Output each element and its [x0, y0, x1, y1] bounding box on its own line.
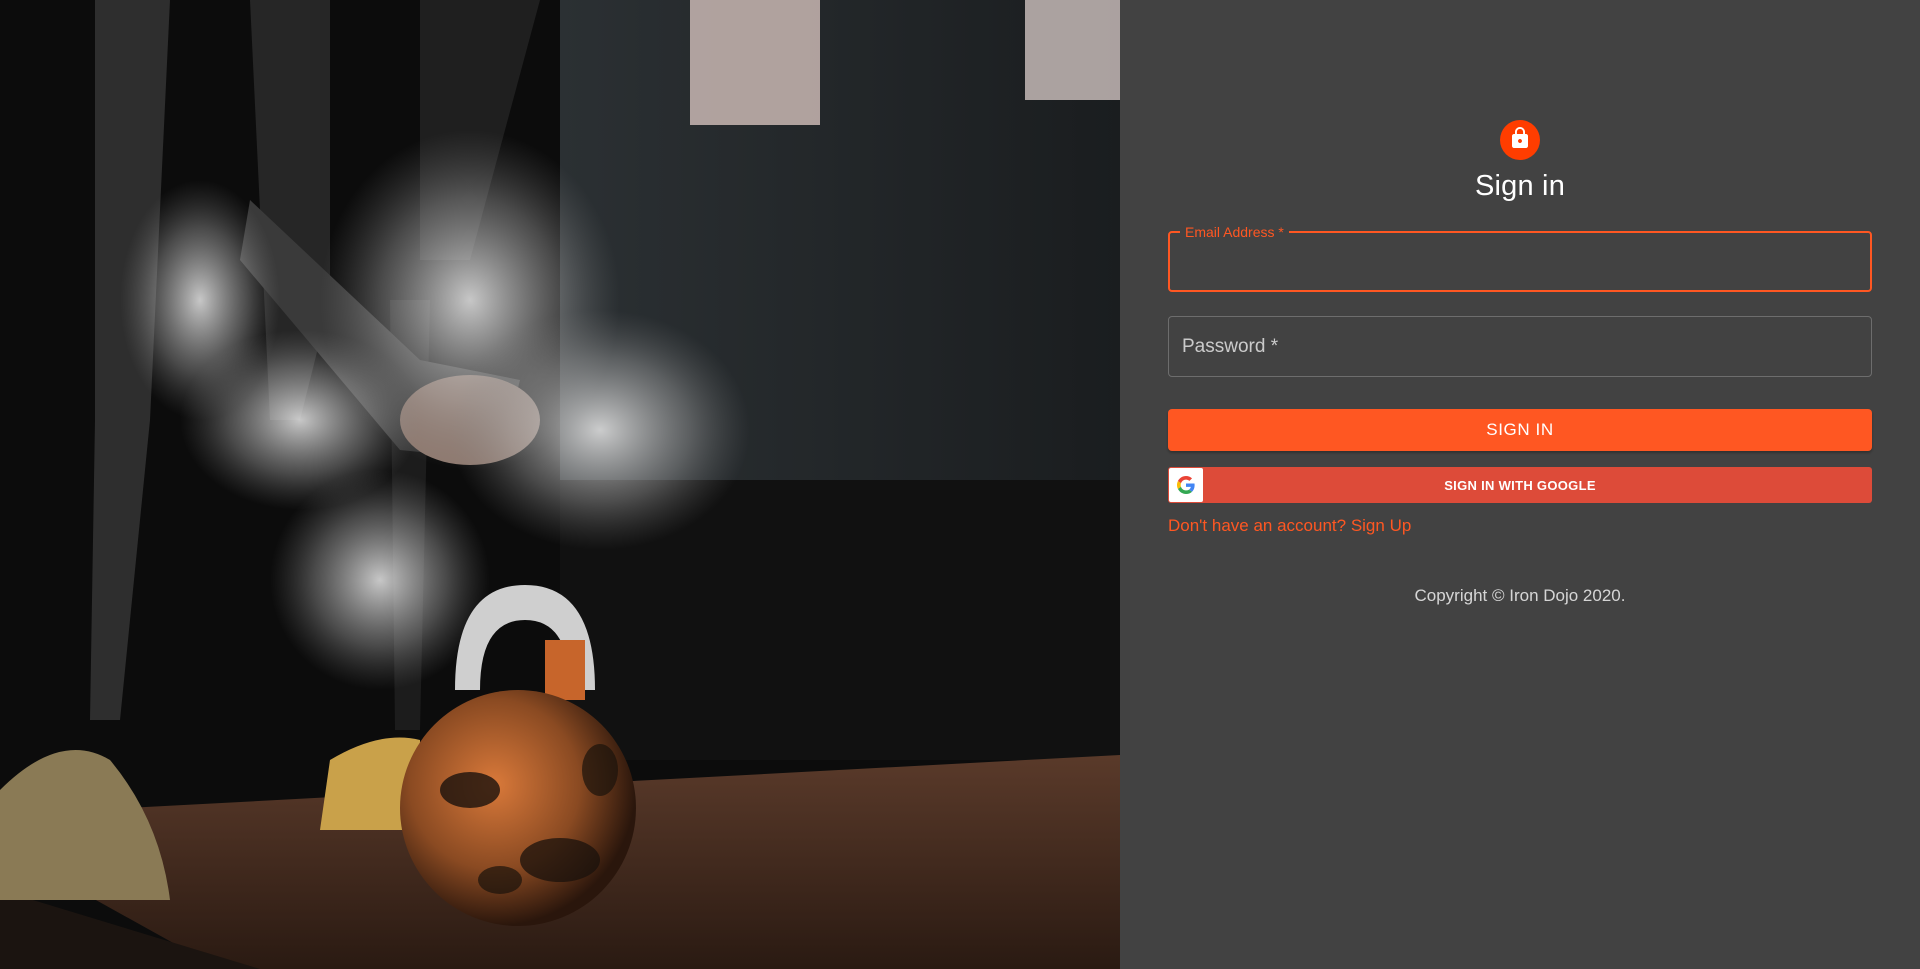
- lock-avatar: [1500, 120, 1540, 160]
- copyright-text: Copyright © Iron Dojo 2020.: [1414, 586, 1626, 605]
- signup-row: Don't have an account? Sign Up: [1168, 516, 1872, 536]
- gym-photo-illustration: [0, 0, 1120, 969]
- signup-link[interactable]: Don't have an account? Sign Up: [1168, 516, 1411, 535]
- page-title: Sign in: [1474, 170, 1566, 202]
- hero-image: [0, 0, 1120, 969]
- email-field[interactable]: Email Address *: [1168, 224, 1872, 292]
- password-field[interactable]: Password *: [1168, 316, 1872, 377]
- signin-button[interactable]: SIGN IN: [1168, 409, 1872, 451]
- google-signin-label: SIGN IN WITH GOOGLE: [1444, 477, 1596, 493]
- email-input[interactable]: [1170, 233, 1870, 290]
- google-g-icon: [1169, 468, 1203, 502]
- signin-panel: Sign in Email Address * Password * SIGN …: [1120, 0, 1920, 969]
- lock-icon: [1508, 126, 1532, 155]
- signin-page: Sign in Email Address * Password * SIGN …: [0, 0, 1920, 969]
- password-input[interactable]: [1169, 317, 1871, 376]
- signin-form: Sign in Email Address * Password * SIGN …: [1168, 120, 1872, 606]
- google-signin-button[interactable]: SIGN IN WITH GOOGLE: [1168, 467, 1872, 503]
